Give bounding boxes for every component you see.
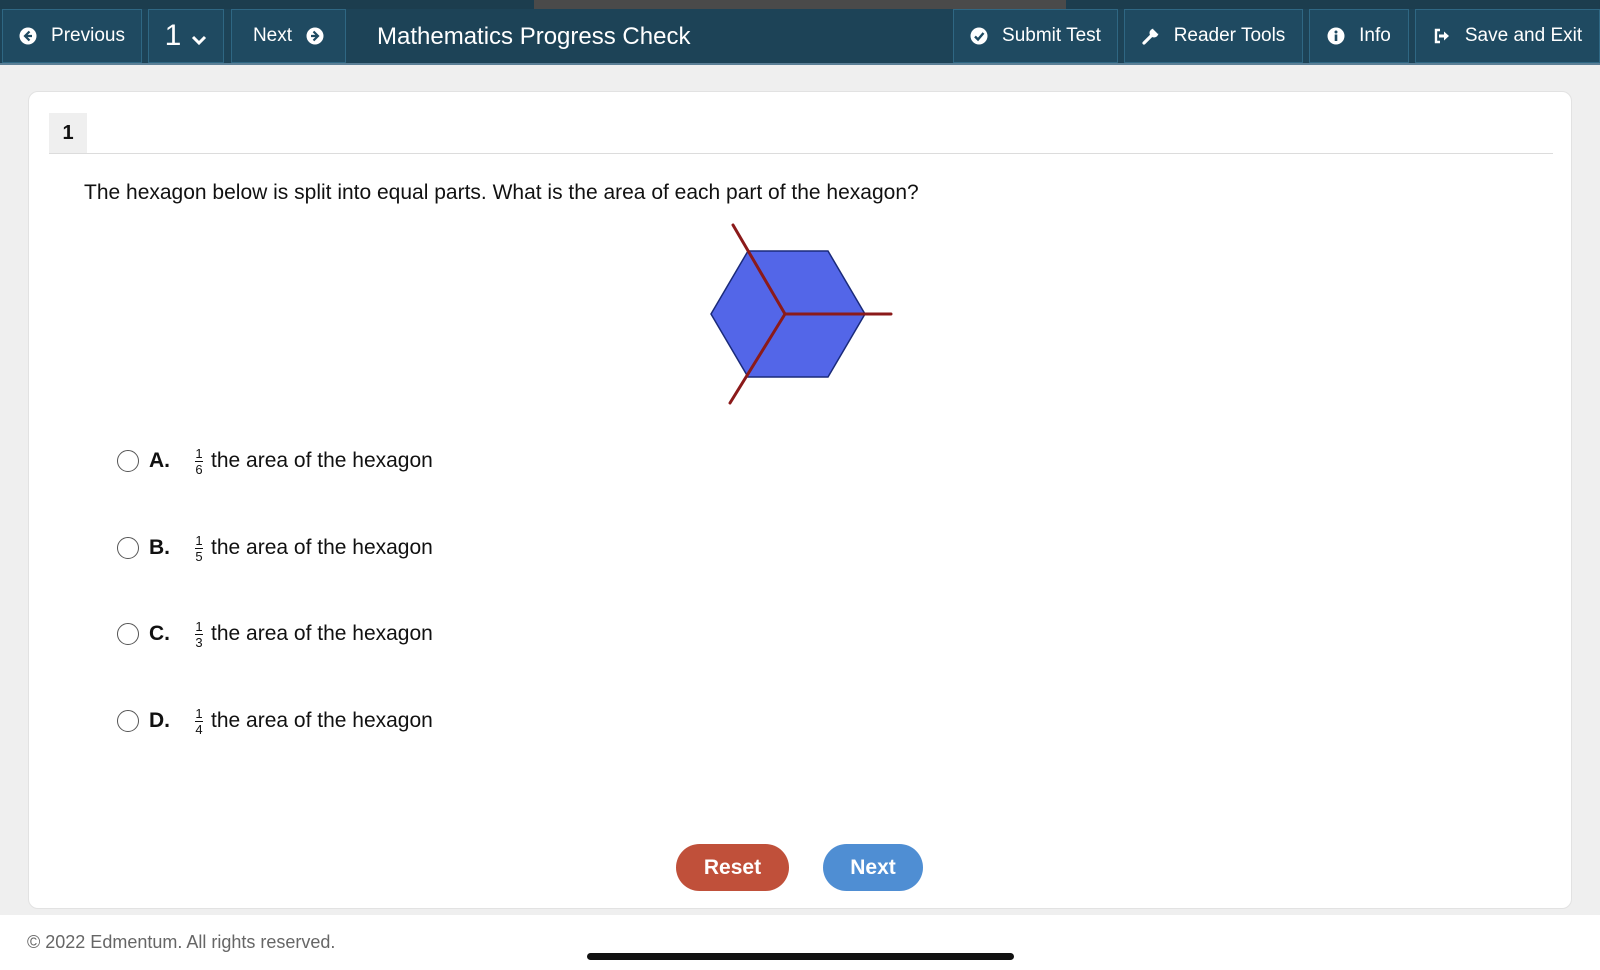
radio-a[interactable] [117, 450, 139, 472]
choice-letter: A. [149, 449, 170, 472]
question-card: 1 The hexagon below is split into equal … [28, 91, 1572, 909]
fraction-numerator: 1 [195, 618, 203, 634]
choice-text: the area of the hexagon [211, 449, 433, 472]
choice-letter: B. [149, 536, 170, 559]
next-toolbar-button[interactable]: Next [231, 9, 346, 63]
fraction-denominator: 5 [195, 548, 203, 564]
arrow-right-circle-icon [306, 27, 324, 45]
choice-letter: C. [149, 622, 170, 645]
save-exit-label: Save and Exit [1464, 25, 1583, 46]
page-title: Mathematics Progress Check [377, 23, 691, 50]
current-question-number: 1 [164, 19, 182, 52]
choice-letter: D. [149, 709, 170, 732]
choice-c[interactable]: C. 13 the area of the hexagon [117, 614, 433, 654]
next-button[interactable]: Next [823, 844, 923, 891]
submit-test-label: Submit Test [1002, 25, 1101, 46]
reset-button[interactable]: Reset [676, 844, 789, 891]
arrow-left-circle-icon [19, 27, 37, 45]
info-label: Info [1359, 25, 1391, 46]
sign-out-icon [1433, 27, 1451, 45]
reader-tools-button[interactable]: Reader Tools [1124, 9, 1303, 63]
chevron-down-icon [191, 34, 207, 46]
fraction: 13 [195, 620, 203, 649]
save-exit-button[interactable]: Save and Exit [1415, 9, 1600, 63]
test-toolbar: Previous 1 Next Mathematics Progress Che… [0, 9, 1600, 65]
copyright-text: © 2022 Edmentum. All rights reserved. [27, 932, 336, 952]
radio-d[interactable] [117, 710, 139, 732]
radio-b[interactable] [117, 537, 139, 559]
radio-c[interactable] [117, 623, 139, 645]
choice-text: the area of the hexagon [211, 709, 433, 732]
choice-d[interactable]: D. 14 the area of the hexagon [117, 701, 433, 741]
fraction: 15 [195, 534, 203, 563]
question-number-badge: 1 [49, 113, 87, 154]
fraction: 16 [195, 447, 203, 476]
choice-b[interactable]: B. 15 the area of the hexagon [117, 528, 433, 568]
fraction-denominator: 4 [195, 721, 203, 737]
home-indicator[interactable] [587, 953, 1014, 960]
info-circle-icon [1327, 27, 1345, 45]
info-button[interactable]: Info [1309, 9, 1409, 63]
reader-tools-label: Reader Tools [1173, 25, 1286, 46]
choice-text: the area of the hexagon [211, 622, 433, 645]
previous-button[interactable]: Previous [2, 9, 142, 63]
fraction-numerator: 1 [195, 445, 203, 461]
choice-a[interactable]: A. 16 the area of the hexagon [117, 441, 433, 481]
hexagon-figure [709, 223, 909, 418]
fraction-numerator: 1 [195, 532, 203, 548]
submit-test-button[interactable]: Submit Test [953, 9, 1118, 63]
fraction-denominator: 6 [195, 461, 203, 477]
header-divider [49, 153, 1553, 154]
top-progress-strip [0, 0, 1600, 9]
fraction: 14 [195, 707, 203, 736]
question-selector[interactable]: 1 [148, 9, 224, 63]
fraction-denominator: 3 [195, 634, 203, 650]
question-text: The hexagon below is split into equal pa… [84, 181, 919, 204]
progress-segment [534, 0, 1066, 9]
check-circle-icon [970, 27, 988, 45]
wrench-icon [1142, 27, 1160, 45]
next-toolbar-label: Next [252, 25, 293, 46]
fraction-numerator: 1 [195, 705, 203, 721]
previous-label: Previous [51, 25, 125, 46]
choice-text: the area of the hexagon [211, 536, 433, 559]
